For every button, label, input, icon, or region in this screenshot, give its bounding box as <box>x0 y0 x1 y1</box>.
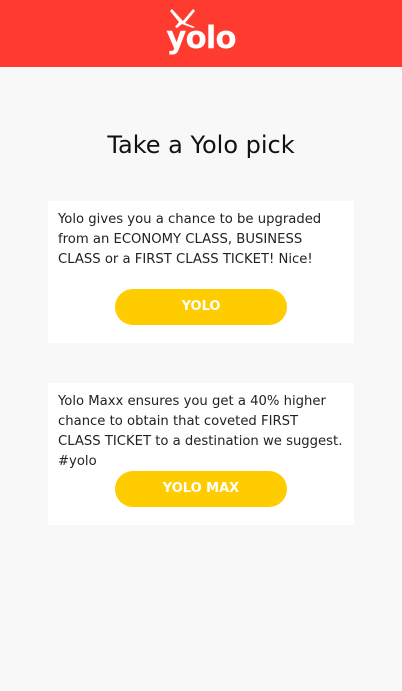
yolo-button[interactable]: YOLO <box>115 289 287 325</box>
yolo-logo[interactable]: yolo <box>166 0 237 67</box>
yolo-max-description: Yolo Maxx ensures you get a 40% higher c… <box>58 394 343 469</box>
page-title: Take a Yolo pick <box>107 131 295 159</box>
app-header: yolo <box>0 0 402 67</box>
airplane-icon <box>170 9 196 28</box>
yolo-description: Yolo gives you a chance to be upgraded f… <box>58 212 322 267</box>
yolo-pick-card: Yolo gives you a chance to be upgraded f… <box>48 201 354 343</box>
yolo-max-card: Yolo Maxx ensures you get a 40% higher c… <box>48 383 354 525</box>
yolo-max-button[interactable]: YOLO MAX <box>115 471 287 507</box>
